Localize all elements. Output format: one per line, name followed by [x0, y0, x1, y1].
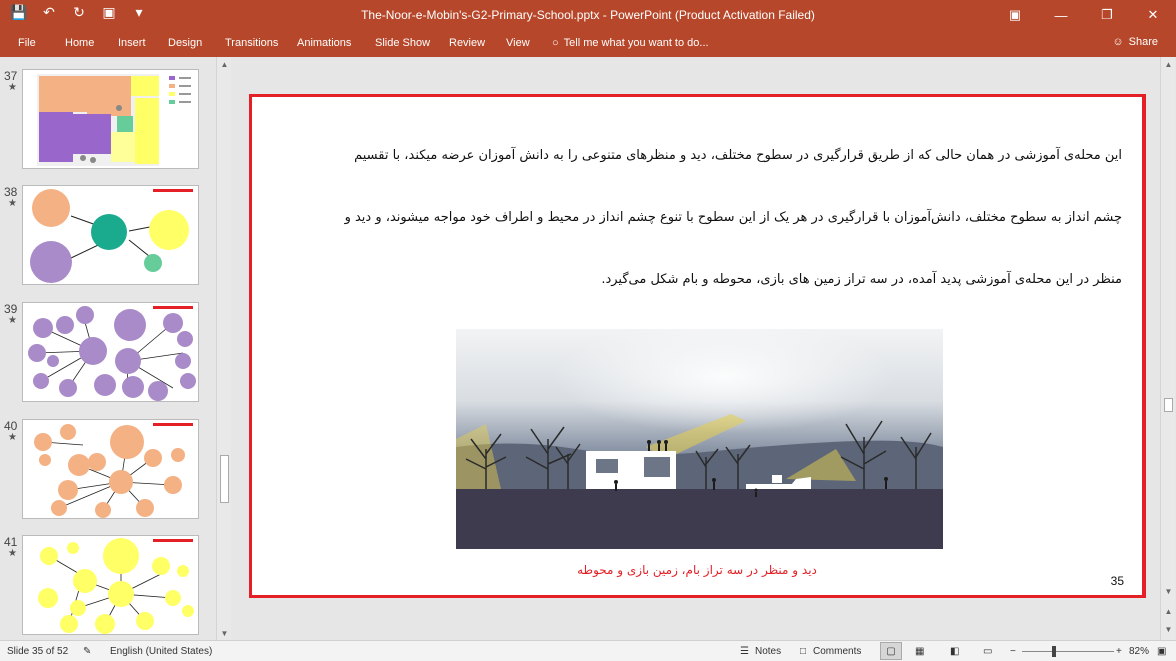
thumbnail-number: 38	[4, 185, 18, 199]
thumbnail-slide-38[interactable]: 38 ★	[0, 185, 215, 289]
zoom-slider-handle[interactable]	[1052, 646, 1056, 657]
zoom-level[interactable]: 82%	[1129, 646, 1149, 657]
notes-icon: ☰	[740, 646, 749, 657]
thumbnail-slide-37[interactable]: 37 ★	[0, 69, 215, 173]
thumbnail-image	[22, 302, 199, 402]
share-label: Share	[1128, 36, 1158, 48]
next-slide-icon[interactable]: ▼	[1161, 622, 1176, 636]
notes-button[interactable]: Notes	[755, 646, 781, 657]
reading-view-icon[interactable]: ◧	[950, 646, 959, 657]
thumbnail-image	[22, 69, 199, 169]
ribbon-display-options-icon[interactable]: ▣	[992, 0, 1038, 30]
animation-star-icon: ★	[8, 432, 17, 443]
minimize-button[interactable]: —	[1038, 0, 1084, 30]
tab-slide-show[interactable]: Slide Show	[375, 37, 430, 49]
thumbnail-number: 39	[4, 302, 18, 316]
restore-button[interactable]: ❐	[1084, 0, 1130, 30]
slide-thumbnail-pane: 37 ★ 38 ★ 39 ★ 40 ★ 41 ★	[0, 57, 231, 640]
close-button[interactable]: ✕	[1130, 0, 1176, 30]
scroll-down-arrow-icon[interactable]: ▼	[1161, 584, 1176, 598]
tab-file[interactable]: File	[18, 37, 36, 49]
slide-number: 35	[1110, 574, 1124, 588]
paragraph-line: چشم انداز به سطوح مختلف، دانش‌آموزان با …	[344, 210, 1122, 225]
tab-view[interactable]: View	[506, 37, 530, 49]
current-slide[interactable]: این محله‌ی آموزشی در همان حالی که از طری…	[249, 94, 1146, 598]
thumbnail-slide-41[interactable]: 41 ★	[0, 535, 215, 639]
ribbon-tabs: File Home Insert Design Transitions Anim…	[0, 30, 1176, 57]
fit-to-window-icon[interactable]: ▣	[1157, 646, 1166, 657]
scroll-up-arrow-icon[interactable]: ▲	[1161, 57, 1176, 71]
paragraph-line: منظر در این محله‌ی آموزشی پدید آمده، در …	[601, 272, 1122, 287]
landscape-photo[interactable]	[456, 329, 943, 549]
scrollbar-thumb[interactable]	[1164, 398, 1173, 412]
title-bar: 💾 ↶ ↻ ▣ ▾ The-Noor-e-Mobin's-G2-Primary-…	[0, 0, 1176, 30]
animation-star-icon: ★	[8, 315, 17, 326]
comments-button[interactable]: Comments	[813, 646, 861, 657]
tell-me-box[interactable]: ○ Tell me what you want to do...	[552, 37, 709, 49]
scrollbar-thumb[interactable]	[220, 455, 229, 503]
zoom-out-icon[interactable]: −	[1010, 646, 1016, 657]
language-indicator[interactable]: English (United States)	[110, 646, 212, 657]
status-bar: Slide 35 of 52 ✎ English (United States)…	[0, 640, 1176, 661]
normal-view-icon[interactable]: ▢	[880, 642, 902, 660]
scroll-down-arrow-icon[interactable]: ▼	[217, 626, 232, 640]
tab-design[interactable]: Design	[168, 37, 202, 49]
slide-editor: این محله‌ی آموزشی در همان حالی که از طری…	[232, 57, 1160, 640]
zoom-slider-track[interactable]	[1022, 651, 1114, 652]
animation-star-icon: ★	[8, 82, 17, 93]
thumbnail-number: 40	[4, 419, 18, 433]
animation-star-icon: ★	[8, 198, 17, 209]
animation-star-icon: ★	[8, 548, 17, 559]
photo-caption: دید و منظر در سه تراز بام، زمین بازی و م…	[577, 563, 817, 577]
thumbnail-image	[22, 419, 199, 519]
tab-review[interactable]: Review	[449, 37, 485, 49]
tab-transitions[interactable]: Transitions	[225, 37, 278, 49]
thumbnail-number: 37	[4, 69, 18, 83]
scroll-up-arrow-icon[interactable]: ▲	[217, 57, 232, 71]
thumbnail-number: 41	[4, 535, 18, 549]
comments-icon: □	[800, 646, 807, 657]
tab-animations[interactable]: Animations	[297, 37, 351, 49]
zoom-in-icon[interactable]: +	[1116, 646, 1122, 657]
tab-home[interactable]: Home	[65, 37, 94, 49]
share-button[interactable]: ☺ Share	[1112, 36, 1158, 48]
thumbnail-image	[22, 535, 199, 635]
tab-insert[interactable]: Insert	[118, 37, 146, 49]
lightbulb-icon: ○	[552, 37, 559, 49]
thumbnail-scrollbar[interactable]: ▲ ▼	[216, 57, 231, 640]
spell-check-icon[interactable]: ✎	[83, 646, 91, 657]
tell-me-text: Tell me what you want to do...	[563, 37, 709, 49]
slide-sorter-icon[interactable]: ▦	[915, 646, 924, 657]
slide-show-icon[interactable]: ▭	[983, 646, 992, 657]
slide-paragraph[interactable]: این محله‌ی آموزشی در همان حالی که از طری…	[276, 125, 1122, 311]
paragraph-line: این محله‌ی آموزشی در همان حالی که از طری…	[354, 148, 1122, 163]
previous-slide-icon[interactable]: ▲	[1161, 604, 1176, 618]
slide-scrollbar[interactable]: ▲ ▼ ▲ ▼	[1160, 57, 1175, 640]
thumbnail-slide-40[interactable]: 40 ★	[0, 419, 215, 523]
thumbnail-slide-39[interactable]: 39 ★	[0, 302, 215, 406]
slide-indicator[interactable]: Slide 35 of 52	[7, 646, 68, 657]
person-icon: ☺	[1112, 36, 1124, 48]
thumbnail-image	[22, 185, 199, 285]
